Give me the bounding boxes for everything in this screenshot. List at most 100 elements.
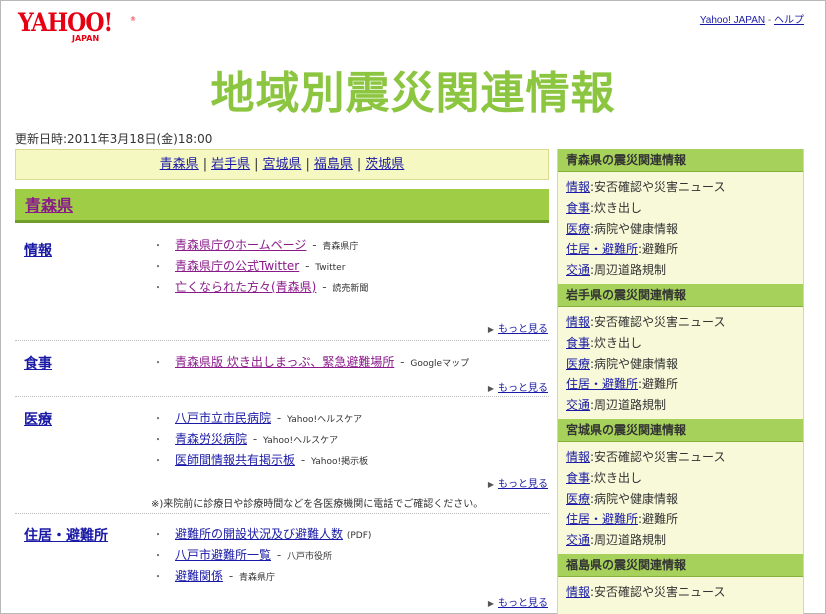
triangle-right-icon: ▶ [487,599,494,608]
sidebar-link[interactable]: 住居・避難所 [566,377,638,391]
more-link-text[interactable]: もっと見る [498,479,548,490]
sidebar-link[interactable]: 医療 [566,222,590,236]
item-link[interactable]: 医師間情報共有掲示板 [175,453,295,467]
section-title-shelter[interactable]: 住居・避難所 [24,525,108,545]
prefecture-nav: 青森県 | 岩手県 | 宮城県 | 福島県 | 茨城県 [15,149,549,180]
pref-nav-aomori[interactable]: 青森県 [160,157,199,172]
sidebar-box-iwate: 岩手県の震災関連情報 情報:安否確認や災害ニュース 食事:炊き出し 医療:病院や… [558,283,803,419]
item-source: (PDF) [346,531,372,541]
sidebar-link[interactable]: 医療 [566,357,590,371]
sidebar-link[interactable]: 食事 [566,201,590,215]
updated-timestamp: 更新日時:2011年3月18日(金)18:00 [15,132,213,146]
item-link[interactable]: 八戸市避難所一覧 [175,548,271,562]
pref-nav-ibaraki[interactable]: 茨城県 [365,157,404,172]
sidebar-link[interactable]: 食事 [566,336,590,350]
item-dash: - [276,411,282,425]
more-link-text[interactable]: もっと見る [498,324,548,335]
list-item: ・ 亡くなられた方々(青森県) - 読売新聞 [153,278,368,299]
item-link[interactable]: 青森県庁の公式Twitter [175,259,299,273]
pref-nav-separator: | [356,157,362,172]
sidebar: 青森県の震災関連情報 情報:安否確認や災害ニュース 食事:炊き出し 医療:病院や… [557,149,804,614]
section-items-shelter: ・避難所の開設状況及び避難人数 (PDF) ・八戸市避難所一覧 - 八戸市役所 … [153,525,371,588]
sidebar-row-text: :周辺道路規制 [590,398,667,413]
section-items-medical: ・八戸市立市民病院 - Yahoo!ヘルスケア ・青森労災病院 - Yahoo!… [153,409,368,472]
sidebar-row-text: :避難所 [638,242,679,257]
logo-registered-mark: ® [130,16,136,23]
item-dash: - [252,432,258,446]
yahoo-japan-link[interactable]: Yahoo! JAPAN [700,15,765,26]
sidebar-link[interactable]: 医療 [566,492,590,506]
more-link-medical[interactable]: ▶ もっと見る [488,475,548,490]
item-link[interactable]: 亡くなられた方々(青森県) [175,280,316,294]
bullet: ・ [153,414,163,425]
bullet: ・ [153,530,163,541]
sidebar-link[interactable]: 交通 [566,533,590,547]
bullet: ・ [153,572,163,583]
item-link[interactable]: 八戸市立市民病院 [175,411,271,425]
item-link[interactable]: 青森県庁のホームページ [175,238,306,252]
item-link[interactable]: 避難関係 [175,569,223,583]
more-link-shelter[interactable]: ▶ もっと見る [488,594,548,609]
current-prefecture-link[interactable]: 青森県 [25,196,73,215]
item-dash: - [305,259,310,273]
sidebar-row: 住居・避難所:避難所 [566,509,803,530]
sidebar-row-text: :安否確認や災害ニュース [590,180,726,194]
sidebar-row-text: :避難所 [638,377,679,392]
sidebar-row-text: :安否確認や災害ニュース [590,584,726,599]
list-item: ・ 避難所の開設状況及び避難人数 (PDF) [153,525,371,546]
bullet: ・ [153,551,163,562]
sidebar-list: 情報:安否確認や災害ニュース 食事:炊き出し 医療:病院や健康情報 住居・避難所… [558,172,803,284]
help-link[interactable]: ヘルプ [774,15,804,26]
section-info: 情報 ・青森県庁のホームページ - 青森県庁 ・ 青森県庁の公式Twitter -… [15,223,549,341]
item-link[interactable]: 青森労災病院 [175,432,247,446]
item-source: Twitter [315,263,346,273]
sidebar-link[interactable]: 交通 [566,398,590,412]
sidebar-row-text: :周辺道路規制 [590,533,667,548]
sidebar-row: 食事:炊き出し [566,198,803,219]
item-link[interactable]: 避難所の開設状況及び避難人数 [175,527,343,541]
sidebar-link[interactable]: 情報 [566,585,590,599]
pref-nav-iwate[interactable]: 岩手県 [211,157,250,172]
more-link-food[interactable]: ▶ もっと見る [488,379,548,394]
item-source: Yahoo!ヘルスケア [287,415,363,425]
sidebar-box-miyagi: 宮城県の震災関連情報 情報:安否確認や災害ニュース 食事:炊き出し 医療:病院や… [558,418,803,554]
sidebar-link[interactable]: 情報 [566,315,590,329]
section-title-info[interactable]: 情報 [24,240,52,260]
list-item: ・ 避難関係 - 青森県庁 [153,567,371,588]
list-item: ・ 医師間情報共有掲示板 - Yahoo!掲示板 [153,451,368,472]
list-item: ・ 青森県庁のホームページ - 青森県庁 [153,236,368,257]
sidebar-row-text: :避難所 [638,512,679,527]
triangle-right-icon: ▶ [487,325,494,334]
yahoo-japan-logo[interactable]: YAHOO! JAPAN ® [18,8,136,44]
item-dash: - [322,280,327,294]
sidebar-row: 食事:炊き出し [566,468,803,489]
section-items-info: ・青森県庁のホームページ - 青森県庁 ・ 青森県庁の公式Twitter - Tw… [153,236,368,299]
pref-nav-miyagi[interactable]: 宮城県 [262,157,301,172]
section-title-food[interactable]: 食事 [24,353,52,373]
sidebar-row: 交通:周辺道路規制 [566,395,803,416]
sidebar-link[interactable]: 食事 [566,471,590,485]
sidebar-link[interactable]: 情報 [566,450,590,464]
sidebar-row: 情報:安否確認や災害ニュース [566,582,803,603]
triangle-right-icon: ▶ [487,384,494,393]
sidebar-link[interactable]: 情報 [566,180,590,194]
sidebar-heading: 福島県の震災関連情報 [558,553,803,577]
item-source: 読売新聞 [332,284,369,294]
pref-nav-separator: | [254,157,259,172]
section-title-medical[interactable]: 医療 [24,409,52,429]
sidebar-link[interactable]: 住居・避難所 [566,242,638,256]
more-link-text[interactable]: もっと見る [498,598,548,609]
item-link[interactable]: 青森県版 炊き出しまっぷ、緊急避難場所 [175,355,394,369]
main-content: 青森県 | 岩手県 | 宮城県 | 福島県 | 茨城県 青森県 情報 ・青森県庁のホームページ … [15,149,549,614]
pref-nav-fukushima[interactable]: 福島県 [314,157,353,172]
sidebar-list: 情報:安否確認や災害ニュース 食事:炊き出し 医療:病院や健康情報 住居・避難所… [558,442,803,554]
bullet: ・ [153,262,163,273]
more-link-text[interactable]: もっと見る [498,383,548,394]
item-source: 青森県庁 [322,242,359,252]
sidebar-link[interactable]: 交通 [566,263,590,277]
bullet: ・ [153,435,163,446]
bullet: ・ [153,456,163,467]
item-source: Yahoo!ヘルスケア [263,436,339,446]
more-link-info[interactable]: ▶ もっと見る [488,320,548,335]
sidebar-link[interactable]: 住居・避難所 [566,512,638,526]
